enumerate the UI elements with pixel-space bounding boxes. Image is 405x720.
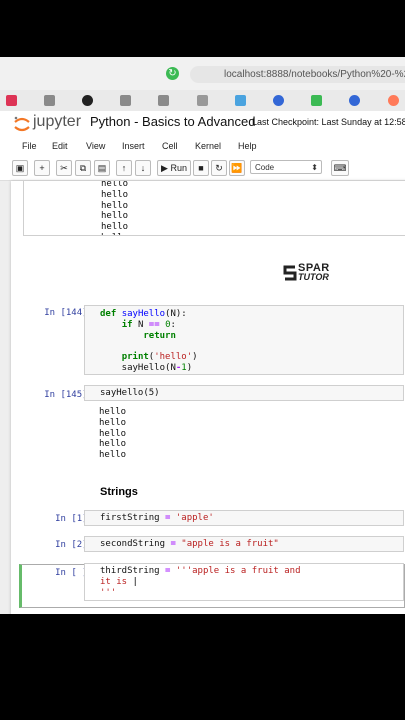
code-cell-input[interactable]: def sayHello(N): if N == 0: return print… [84,305,404,375]
bookmark-icon[interactable] [349,95,360,106]
output-line: hello [101,233,128,235]
code-line: if N == 0: [121,319,176,330]
run-label: Run [170,163,187,173]
spar-tutor-icon [283,265,297,281]
output-line: hello [99,450,127,461]
bookmark-icon[interactable] [311,95,322,106]
stop-icon[interactable]: ■ [193,160,209,176]
output-scroll-area[interactable]: hellohellohellohellohellohello [23,181,405,236]
cell-prompt: In [144]: [44,308,93,318]
cell-prompt: In [2]: [55,540,93,550]
bookmark-icon[interactable] [273,95,284,106]
menu-edit[interactable]: Edit [52,141,68,151]
bookmark-icon[interactable] [235,95,246,106]
bookmark-icon[interactable] [120,95,131,106]
code-cell-input[interactable]: sayHello(5) [84,385,404,401]
jupyter-header: jupyter Python - Basics to Advanced Last… [0,111,405,137]
jupyter-logo-text: jupyter [33,113,82,130]
copy-icon[interactable]: ⧉ [75,160,91,176]
output-line: hello [99,417,127,428]
code-cell-input[interactable]: firstString = 'apple' [84,510,404,526]
menu-cell[interactable]: Cell [162,141,178,151]
code-cell-input[interactable]: thirdString = '''apple is a fruit and it … [84,563,404,601]
output-line: hello [99,428,127,439]
browser-toolbar: ↻ localhost:8888/notebooks/Python%20-%20… [0,57,405,90]
save-icon[interactable]: ▣ [12,160,28,176]
output-line: hello [99,439,127,450]
code-editor[interactable]: sayHello(5) [100,388,160,399]
cell-prompt: In [ ]: [55,568,93,578]
move-up-icon[interactable]: ↑ [116,160,132,176]
spar-tutor-logo: SPAR TUTOR [283,262,343,283]
notebook-toolbar: ▣ + ✂ ⧉ ▤ ↑ ↓ ▶ Run ■ ↻ ⏩ Code ⬍ ⌨ [0,156,405,181]
code-editor[interactable]: def sayHello(N): if N == 0: return print… [100,309,198,374]
menu-view[interactable]: View [86,141,105,151]
code-line: ''' [100,587,117,598]
code-editor[interactable]: firstString = 'apple' [100,513,214,524]
menu-bar: File Edit View Insert Cell Kernel Help [0,138,405,156]
bookmarks-bar [0,90,405,112]
checkpoint-status: Last Checkpoint: Last Sunday at 12:58 PM [252,117,405,127]
jupyter-logo-icon[interactable] [13,115,31,133]
menu-kernel[interactable]: Kernel [195,141,221,151]
bookmark-icon[interactable] [197,95,208,106]
output-line: hello [101,222,129,233]
watermark-text: TUTOR [298,272,329,282]
github-icon[interactable] [82,95,93,106]
code-line: return [143,330,176,341]
section-heading: Strings [100,486,138,498]
output-line: hello [101,181,129,189]
code-editor[interactable]: secondString = "apple is a fruit" [100,539,279,550]
output-line: hello [99,407,127,417]
cell-prompt: In [1]: [55,514,93,524]
cut-icon[interactable]: ✂ [56,160,72,176]
bookmark-icon[interactable] [44,95,55,106]
restart-icon[interactable]: ↻ [211,160,227,176]
menu-file[interactable]: File [22,141,37,151]
address-bar[interactable]: localhost:8888/notebooks/Python%20-%20Ba [190,66,405,83]
code-line: thirdString = '''apple is a fruit and [100,566,301,576]
hubspot-icon[interactable] [388,95,399,106]
code-line: def sayHello(N): [100,309,187,319]
cell-type-value: Code [255,163,275,172]
output-line: hello [101,211,129,222]
fast-forward-icon[interactable]: ⏩ [229,160,245,176]
keyboard-icon[interactable]: ⌨ [331,160,349,176]
output-line: hello [101,200,129,211]
screen: ↻ localhost:8888/notebooks/Python%20-%20… [0,57,405,614]
menu-help[interactable]: Help [238,141,257,151]
code-line: sayHello(N-1) [100,362,193,373]
reload-icon[interactable]: ↻ [166,67,179,80]
paste-icon[interactable]: ▤ [94,160,110,176]
run-button[interactable]: ▶ Run [157,160,191,176]
select-arrow-icon: ⬍ [311,163,318,172]
code-line: print('hello') [121,352,198,363]
move-down-icon[interactable]: ↓ [135,160,151,176]
previous-output: hellohellohellohellohellohello [101,181,129,235]
code-cell-input[interactable]: secondString = "apple is a fruit" [84,536,404,552]
output-line: hello [101,189,129,200]
code-editor[interactable]: thirdString = '''apple is a fruit and it … [100,566,301,598]
cell-type-select[interactable]: Code ⬍ [250,160,322,174]
bookmark-icon[interactable] [6,95,17,106]
menu-insert[interactable]: Insert [122,141,145,151]
cell-output: hello hello hello hello hello [99,407,126,461]
code-line: it is | [100,576,138,587]
notebook-title[interactable]: Python - Basics to Advanced [90,114,255,129]
bookmark-icon[interactable] [158,95,169,106]
notebook-area: hellohellohellohellohellohello SPAR TUTO… [0,181,405,614]
add-cell-icon[interactable]: + [34,160,50,176]
cell-prompt: In [145]: [44,390,93,400]
